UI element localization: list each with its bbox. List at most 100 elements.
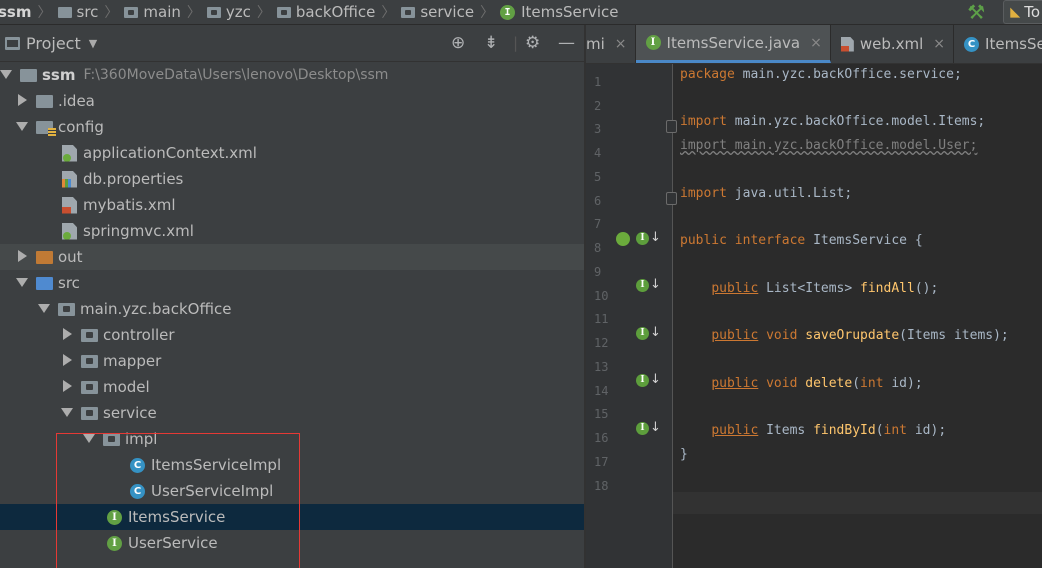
code-token: ( bbox=[875, 423, 884, 438]
close-tab-icon[interactable]: × bbox=[810, 35, 822, 51]
tree-item-label: mybatis.xml bbox=[83, 196, 176, 214]
tree-item-label: config bbox=[58, 118, 104, 136]
line-number: 17 bbox=[594, 455, 609, 469]
code-token: public bbox=[680, 233, 727, 248]
tab-label: ItemsService.java bbox=[666, 33, 801, 52]
build-hammer-icon[interactable]: ⚒ bbox=[967, 0, 985, 24]
tree-item-applicationcontext-xml[interactable]: applicationContext.xml bbox=[0, 140, 584, 166]
collapse-arrow-icon[interactable] bbox=[16, 93, 28, 109]
expand-arrow-icon[interactable] bbox=[0, 69, 12, 82]
tree-item-label: UserService bbox=[128, 534, 218, 552]
tree-item-idea[interactable]: .idea bbox=[0, 88, 584, 114]
tree-item-itemsserviceimpl[interactable]: C ItemsServiceImpl bbox=[0, 452, 584, 478]
fold-marker-icon[interactable] bbox=[666, 120, 677, 133]
code-token: int bbox=[883, 423, 908, 438]
interface-icon: I bbox=[645, 35, 661, 50]
run-configuration-dropdown[interactable]: ◣ To bbox=[1003, 0, 1042, 24]
gear-icon[interactable]: ⚙ bbox=[525, 33, 540, 53]
properties-file-icon bbox=[62, 170, 77, 188]
tree-item-src[interactable]: src bbox=[0, 270, 584, 296]
tree-item-itemsservice[interactable]: I ItemsService bbox=[0, 504, 584, 530]
tree-item-mapper[interactable]: mapper bbox=[0, 348, 584, 374]
spring-xml-file-icon bbox=[62, 222, 77, 240]
line-number: 14 bbox=[594, 384, 609, 398]
breadcrumb-item-yzc[interactable]: yzc 〉 bbox=[206, 2, 277, 22]
tab-itemsservice-java[interactable]: I ItemsService.java × bbox=[635, 25, 831, 63]
tree-item-service[interactable]: service bbox=[0, 400, 584, 426]
collapse-arrow-icon[interactable] bbox=[16, 249, 28, 265]
breadcrumb-item-backoffice[interactable]: backOffice 〉 bbox=[276, 2, 401, 22]
line-number: 3 bbox=[594, 122, 602, 136]
run-config-icon: ◣ bbox=[1010, 4, 1021, 20]
tree-item-model[interactable]: model bbox=[0, 374, 584, 400]
collapse-arrow-icon[interactable] bbox=[61, 327, 73, 343]
tree-item-springmvc-xml[interactable]: springmvc.xml bbox=[0, 218, 584, 244]
code-token: void bbox=[766, 376, 798, 391]
tree-item-userservice[interactable]: I UserService bbox=[0, 530, 584, 556]
breadcrumb-item-itemsservice[interactable]: I ItemsService bbox=[500, 3, 618, 21]
fold-marker-icon[interactable] bbox=[666, 192, 677, 205]
project-tree: ssm F:\360MoveData\Users\lenovo\Desktop\… bbox=[0, 62, 584, 556]
tab-label: ItemsServ bbox=[985, 35, 1042, 53]
close-tab-icon[interactable]: × bbox=[933, 36, 945, 52]
implemented-interface-icon[interactable]: I bbox=[636, 232, 649, 245]
project-view-selector[interactable]: Project bbox=[26, 34, 81, 53]
code-area[interactable]: package main.yzc.backOffice.service; imp… bbox=[680, 64, 1042, 568]
caret-down-icon[interactable]: ▼ bbox=[89, 37, 97, 50]
tree-item-controller[interactable]: controller bbox=[0, 322, 584, 348]
tree-item-out[interactable]: out bbox=[0, 244, 584, 270]
tree-item-config[interactable]: config bbox=[0, 114, 584, 140]
implemented-method-icon[interactable]: I bbox=[636, 374, 649, 387]
implemented-method-icon[interactable]: I bbox=[636, 279, 649, 292]
chevron-right-icon: 〉 bbox=[256, 5, 271, 21]
breadcrumb-item-ssm[interactable]: ssm 〉 bbox=[0, 2, 58, 22]
code-line-10: public List<Items> findAll(); bbox=[680, 279, 938, 299]
breadcrumb-item-main[interactable]: main 〉 bbox=[124, 2, 206, 22]
line-number: 10 bbox=[594, 289, 609, 303]
line-number: 8 bbox=[594, 241, 602, 255]
hide-panel-icon[interactable]: — bbox=[558, 33, 575, 53]
breadcrumb-item-service[interactable]: service 〉 bbox=[401, 2, 500, 22]
expand-arrow-icon[interactable] bbox=[38, 303, 50, 316]
tab-itemsserviceimpl[interactable]: C ItemsServ bbox=[954, 25, 1042, 63]
source-folder-icon bbox=[36, 276, 53, 290]
expand-arrow-icon[interactable] bbox=[16, 121, 28, 134]
tab-partial-left[interactable]: mi × bbox=[586, 25, 636, 63]
collapse-arrow-icon[interactable] bbox=[61, 379, 73, 395]
close-tab-icon[interactable]: × bbox=[615, 36, 627, 52]
chevron-right-icon: 〉 bbox=[104, 5, 119, 21]
tree-item-impl[interactable]: impl bbox=[0, 426, 584, 452]
class-icon: C bbox=[130, 457, 145, 473]
implemented-method-icon[interactable]: I bbox=[636, 422, 649, 435]
tree-item-mybatis-xml[interactable]: mybatis.xml bbox=[0, 192, 584, 218]
down-arrow-icon: ↓ bbox=[650, 372, 661, 387]
expand-arrow-icon[interactable] bbox=[83, 433, 95, 446]
tree-item-main-yzc-backoffice[interactable]: main.yzc.backOffice bbox=[0, 296, 584, 322]
package-icon bbox=[276, 6, 291, 18]
implemented-method-icon[interactable]: I bbox=[636, 327, 649, 340]
code-line-12: public void saveOrupdate(Items items); bbox=[680, 326, 1008, 346]
tab-web-xml[interactable]: web.xml × bbox=[831, 25, 955, 63]
collapse-arrow-icon[interactable] bbox=[61, 353, 73, 369]
tree-item-label: mapper bbox=[103, 352, 162, 370]
down-arrow-icon: ↓ bbox=[650, 420, 661, 435]
tree-item-db-properties[interactable]: db.properties bbox=[0, 166, 584, 192]
run-config-label: To bbox=[1024, 3, 1040, 21]
expand-arrow-icon[interactable] bbox=[61, 407, 73, 420]
spring-xml-file-icon bbox=[62, 144, 77, 162]
tree-item-label: .idea bbox=[58, 92, 95, 110]
expand-arrow-icon[interactable] bbox=[16, 277, 28, 290]
package-icon bbox=[206, 6, 221, 18]
tree-item-userserviceimpl[interactable]: C UserServiceImpl bbox=[0, 478, 584, 504]
resources-folder-icon bbox=[36, 120, 56, 136]
spring-bean-icon[interactable] bbox=[616, 232, 630, 246]
collapse-all-icon[interactable]: ⇟ bbox=[484, 33, 498, 53]
navigation-breadcrumb: ssm 〉 src 〉 main 〉 yzc 〉 backOffice 〉 service… bbox=[0, 0, 1042, 25]
breadcrumb-item-src[interactable]: src 〉 bbox=[57, 2, 125, 22]
scroll-from-source-icon[interactable]: ⊕ bbox=[451, 33, 465, 53]
code-token: int bbox=[860, 376, 884, 391]
tree-item-label: ItemsServiceImpl bbox=[151, 456, 282, 474]
code-token: public bbox=[711, 281, 759, 296]
line-number: 4 bbox=[594, 146, 602, 160]
tree-item-ssm[interactable]: ssm F:\360MoveData\Users\lenovo\Desktop\… bbox=[0, 62, 584, 88]
